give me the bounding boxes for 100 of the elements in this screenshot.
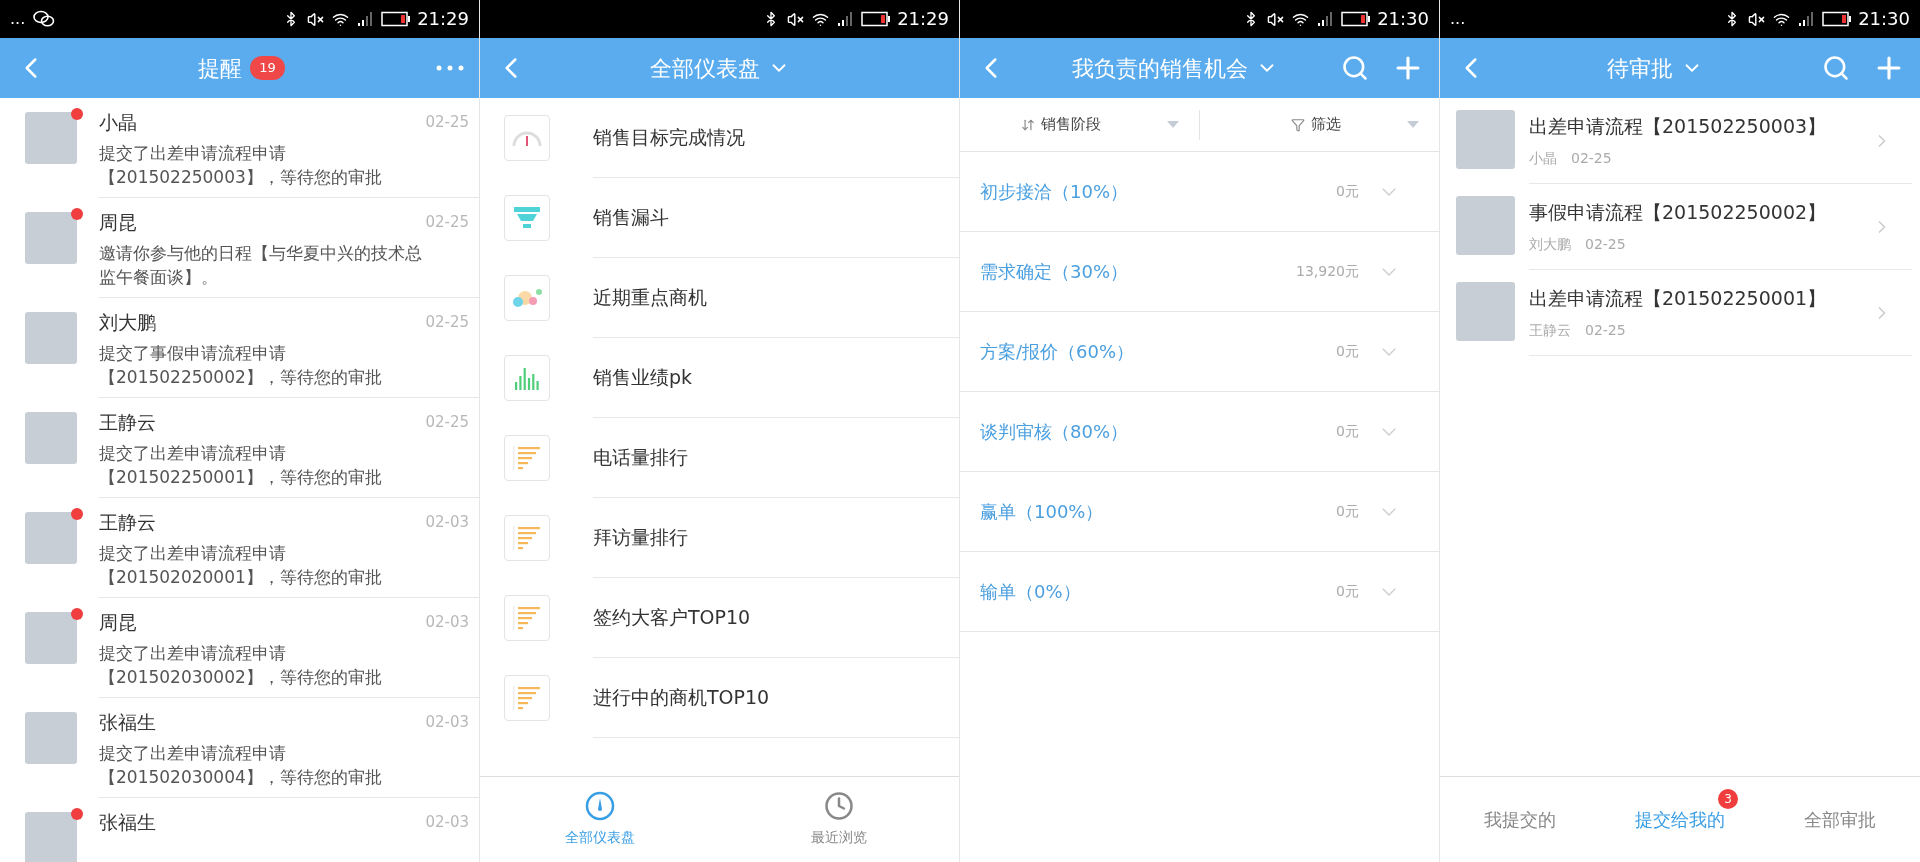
avatar-placeholder (25, 512, 77, 564)
approval-item[interactable]: 出差申请流程【201502250003】 小晶 02-25 (1440, 98, 1920, 184)
dashboard-item[interactable]: 销售目标完成情况 (480, 98, 959, 178)
stage-label: 方案/报价（60%） (980, 340, 1136, 364)
stage-amount: 0元 (1336, 502, 1359, 521)
stage-amount: 0元 (1336, 182, 1359, 201)
mute-icon (1267, 10, 1285, 28)
dashboard-item[interactable]: 近期重点商机 (480, 258, 959, 338)
dashboard-item[interactable]: 拜访量排行 (480, 498, 959, 578)
ranking-list-icon (512, 445, 542, 471)
count-badge: 19 (250, 56, 285, 80)
date-text: 02-03 (425, 512, 469, 533)
battery-icon (381, 11, 412, 27)
reminder-item[interactable]: 王静云 02-25 提交了出差申请流程申请【201502250001】，等待您的审批 (0, 398, 479, 498)
dashboard-label: 销售业绩pk (593, 365, 693, 391)
submitter-name: 小晶 (1529, 149, 1557, 169)
avatar-placeholder (1456, 282, 1515, 341)
sender-name: 周昆 (99, 610, 137, 635)
date-text: 02-25 (1585, 235, 1626, 255)
approval-item[interactable]: 出差申请流程【201502250001】 王静云 02-25 (1440, 270, 1920, 356)
signal-icon (837, 11, 854, 27)
clock-icon (824, 791, 855, 821)
header-title: 全部仪表盘 (649, 54, 760, 83)
sender-name: 刘大鹏 (99, 310, 156, 335)
reminder-item[interactable]: 王静云 02-03 提交了出差申请流程申请【201502020001】，等待您的审批 (0, 498, 479, 598)
stage-amount: 0元 (1336, 582, 1359, 601)
stage-label: 输单（0%） (980, 580, 1082, 604)
header-title: 我负责的销售机会 (1071, 54, 1248, 83)
dashboard-label: 电话量排行 (593, 445, 688, 471)
approval-item[interactable]: 事假申请流程【201502250002】 刘大鹏 02-25 (1440, 184, 1920, 270)
signal-icon (357, 11, 374, 27)
signal-icon (1798, 11, 1815, 27)
message-text: 提交了事假申请流程申请【201502250002】，等待您的审批 (99, 341, 383, 389)
bottom-tab[interactable]: 全部审批 (1760, 777, 1920, 862)
battery-icon (861, 11, 892, 27)
dashboard-item[interactable]: 签约大客户TOP10 (480, 578, 959, 658)
funnel-icon (513, 206, 541, 230)
clock-time: 21:29 (417, 10, 469, 28)
reminder-item[interactable]: 周昆 02-03 提交了出差申请流程申请【201502030002】，等待您的审批 (0, 598, 479, 698)
search-icon[interactable] (1822, 54, 1850, 82)
date-text: 02-03 (425, 712, 469, 733)
avatar-placeholder (1456, 196, 1515, 255)
signal-icon (1317, 11, 1334, 27)
ranking-list-icon (512, 525, 542, 551)
header-title: 提醒 (198, 54, 243, 83)
overflow-text: ... (1450, 11, 1466, 27)
overflow-text: ... (10, 11, 26, 27)
stage-label: 谈判审核（80%） (980, 420, 1129, 444)
message-text: 提交了出差申请流程申请【201502250001】，等待您的审批 (99, 441, 383, 489)
stage-label: 需求确定（30%） (980, 260, 1129, 284)
sender-name: 小晶 (99, 110, 137, 135)
dashboard-item[interactable]: 进行中的商机TOP10 (480, 658, 959, 738)
bottom-tab[interactable]: 最近浏览 (719, 777, 959, 862)
reminder-item[interactable]: 张福生 02-03 (0, 798, 479, 862)
message-text: 提交了出差申请流程申请【201502020001】，等待您的审批 (99, 541, 383, 589)
message-text: 提交了出差申请流程申请【201502250003】，等待您的审批 (99, 141, 383, 189)
date-text: 02-25 (425, 312, 469, 333)
dashboard-label: 销售目标完成情况 (593, 125, 745, 151)
dashboard-item[interactable]: 销售业绩pk (480, 338, 959, 418)
avatar-placeholder (25, 612, 77, 664)
approval-title: 出差申请流程【201502250003】 (1529, 113, 1828, 139)
caret-icon (1167, 121, 1179, 128)
avatar-placeholder (25, 212, 77, 264)
mute-icon (307, 10, 325, 28)
avatar-placeholder (25, 712, 77, 764)
filter-icon (1291, 117, 1305, 132)
date-text: 02-25 (425, 212, 469, 233)
approval-title: 出差申请流程【201502250001】 (1529, 285, 1828, 311)
sender-name: 张福生 (99, 810, 156, 835)
dashboard-label: 进行中的商机TOP10 (593, 685, 770, 711)
ranking-list-icon (512, 685, 542, 711)
filter-dropdown[interactable]: 销售阶段 (960, 98, 1199, 151)
submitter-name: 王静云 (1529, 321, 1571, 341)
avatar-placeholder (25, 312, 77, 364)
bar-chart-icon (513, 366, 541, 390)
clock-time: 21:29 (897, 10, 949, 28)
dashboard-item[interactable]: 销售漏斗 (480, 178, 959, 258)
mute-icon (1748, 10, 1766, 28)
reminder-item[interactable]: 刘大鹏 02-25 提交了事假申请流程申请【201502250002】，等待您的审批 (0, 298, 479, 398)
reminder-item[interactable]: 张福生 02-03 提交了出差申请流程申请【201502030004】，等待您的审批 (0, 698, 479, 798)
avatar-placeholder (25, 412, 77, 464)
more-icon[interactable] (435, 64, 465, 72)
reminder-item[interactable]: 周昆 02-25 邀请你参与他的日程【与华夏中兴的技术总监午餐面谈】。 (0, 198, 479, 298)
battery-icon (1341, 11, 1372, 27)
sender-name: 王静云 (99, 410, 156, 435)
message-text: 提交了出差申请流程申请【201502030002】，等待您的审批 (99, 641, 383, 689)
header-title: 待审批 (1607, 54, 1673, 83)
avatar-placeholder (25, 812, 77, 862)
sort-icon (1021, 117, 1035, 132)
reminder-item[interactable]: 小晶 02-25 提交了出差申请流程申请【201502250003】，等待您的审批 (0, 98, 479, 198)
stage-amount: 0元 (1336, 342, 1359, 361)
bottom-tab[interactable]: 提交给我的 3 (1600, 777, 1760, 862)
dashboard-item[interactable]: 电话量排行 (480, 418, 959, 498)
dashboard-label: 拜访量排行 (593, 525, 688, 551)
sender-name: 周昆 (99, 210, 137, 235)
bubbles-icon (511, 286, 543, 310)
filter-dropdown[interactable]: 筛选 (1200, 98, 1439, 151)
bottom-tab[interactable]: 我提交的 (1440, 777, 1600, 862)
ranking-list-icon (512, 605, 542, 631)
search-icon[interactable] (1341, 54, 1369, 82)
